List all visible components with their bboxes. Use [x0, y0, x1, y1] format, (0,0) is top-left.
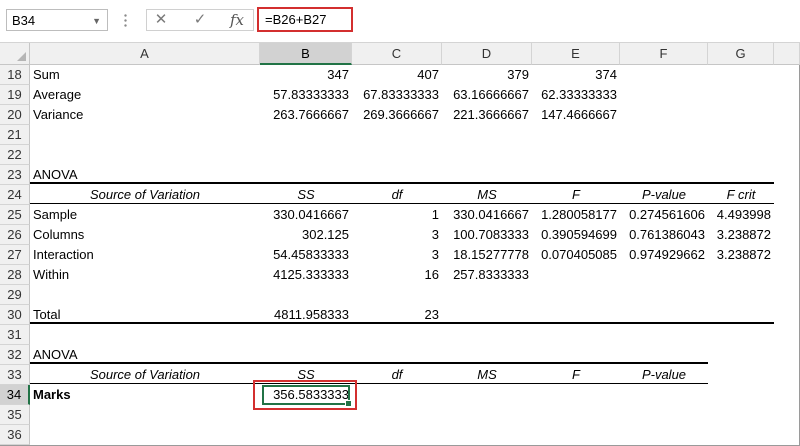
- formula-input[interactable]: =B26+B27: [257, 7, 353, 32]
- cell-b24[interactable]: SS: [260, 185, 352, 205]
- cell-c28[interactable]: 16: [352, 265, 442, 285]
- anova2-header-underline: [30, 383, 708, 384]
- row-header-32[interactable]: 32: [0, 345, 30, 365]
- row-header-34[interactable]: 34: [0, 385, 30, 405]
- row-header-28[interactable]: 28: [0, 265, 30, 285]
- cell-d26[interactable]: 100.7083333: [442, 225, 532, 245]
- cell-e18[interactable]: 374: [532, 65, 620, 85]
- cell-f27[interactable]: 0.974929662: [620, 245, 708, 265]
- cell-c25[interactable]: 1: [352, 205, 442, 225]
- cell-g26[interactable]: 3.238872: [708, 225, 774, 245]
- cell-d27[interactable]: 18.15277778: [442, 245, 532, 265]
- cell-c18[interactable]: 407: [352, 65, 442, 85]
- row-header-20[interactable]: 20: [0, 105, 30, 125]
- cell-c20[interactable]: 269.3666667: [352, 105, 442, 125]
- cell-d19[interactable]: 63.16666667: [442, 85, 532, 105]
- row-header-35[interactable]: 35: [0, 405, 30, 425]
- cell-d25[interactable]: 330.0416667: [442, 205, 532, 225]
- row-header-33[interactable]: 33: [0, 365, 30, 385]
- chevron-down-icon[interactable]: ▼: [92, 10, 101, 32]
- cell-a27[interactable]: Interaction: [30, 245, 260, 265]
- row-header-25[interactable]: 25: [0, 205, 30, 225]
- cell-d18[interactable]: 379: [442, 65, 532, 85]
- formula-bar: B34 ▼ ✕ ✓ fx =B26+B27: [0, 0, 800, 43]
- cell-e26[interactable]: 0.390594699: [532, 225, 620, 245]
- cell-a33[interactable]: Source of Variation: [30, 365, 260, 385]
- cell-g27[interactable]: 3.238872: [708, 245, 774, 265]
- cell-c26[interactable]: 3: [352, 225, 442, 245]
- cell-a26[interactable]: Columns: [30, 225, 260, 245]
- cell-a34[interactable]: Marks: [30, 385, 260, 405]
- anova2-table-top-border: [30, 362, 708, 364]
- highlight-box: [253, 380, 357, 410]
- cell-e19[interactable]: 62.33333333: [532, 85, 620, 105]
- enter-icon[interactable]: ✓: [189, 9, 211, 31]
- row-header-21[interactable]: 21: [0, 125, 30, 145]
- anova-table-bottom-border: [30, 322, 774, 324]
- anova-table-top-border: [30, 182, 774, 184]
- column-header-b[interactable]: B: [260, 43, 352, 65]
- cell-f25[interactable]: 0.274561606: [620, 205, 708, 225]
- cell-a18[interactable]: Sum: [30, 65, 260, 85]
- cell-a20[interactable]: Variance: [30, 105, 260, 125]
- row-header-31[interactable]: 31: [0, 325, 30, 345]
- cell-c33[interactable]: df: [352, 365, 442, 385]
- cell-c19[interactable]: 67.83333333: [352, 85, 442, 105]
- cell-f24[interactable]: P-value: [620, 185, 708, 205]
- row-header-24[interactable]: 24: [0, 185, 30, 205]
- cell-e33[interactable]: F: [532, 365, 620, 385]
- cell-e24[interactable]: F: [532, 185, 620, 205]
- cell-b25[interactable]: 330.0416667: [260, 205, 352, 225]
- cell-e20[interactable]: 147.4666667: [532, 105, 620, 125]
- cell-b28[interactable]: 4125.333333: [260, 265, 352, 285]
- anova-header-underline: [30, 203, 774, 204]
- cell-f26[interactable]: 0.761386043: [620, 225, 708, 245]
- column-header-f[interactable]: F: [620, 43, 708, 65]
- cell-b27[interactable]: 54.45833333: [260, 245, 352, 265]
- row-header-29[interactable]: 29: [0, 285, 30, 305]
- column-header-d[interactable]: D: [442, 43, 532, 65]
- row-header-26[interactable]: 26: [0, 225, 30, 245]
- cell-g25[interactable]: 4.493998: [708, 205, 774, 225]
- drag-handle-icon[interactable]: [124, 13, 127, 27]
- cell-d28[interactable]: 257.8333333: [442, 265, 532, 285]
- cell-c24[interactable]: df: [352, 185, 442, 205]
- cell-b19[interactable]: 57.83333333: [260, 85, 352, 105]
- cancel-icon[interactable]: ✕: [150, 9, 172, 31]
- row-header-30[interactable]: 30: [0, 305, 30, 325]
- cell-d20[interactable]: 221.3666667: [442, 105, 532, 125]
- cell-a25[interactable]: Sample: [30, 205, 260, 225]
- row-header-22[interactable]: 22: [0, 145, 30, 165]
- column-header-e[interactable]: E: [532, 43, 620, 65]
- cell-b18[interactable]: 347: [260, 65, 352, 85]
- name-box-value: B34: [12, 13, 36, 28]
- cell-a19[interactable]: Average: [30, 85, 260, 105]
- row-header-23[interactable]: 23: [0, 165, 30, 185]
- cell-c27[interactable]: 3: [352, 245, 442, 265]
- row-header-18[interactable]: 18: [0, 65, 30, 85]
- cell-b26[interactable]: 302.125: [260, 225, 352, 245]
- cell-e25[interactable]: 1.280058177: [532, 205, 620, 225]
- column-header-g[interactable]: G: [708, 43, 774, 65]
- cell-g24[interactable]: F crit: [708, 185, 774, 205]
- row-header-19[interactable]: 19: [0, 85, 30, 105]
- column-header-c[interactable]: C: [352, 43, 442, 65]
- select-all-button[interactable]: [0, 43, 30, 65]
- column-header-filler: [774, 43, 800, 65]
- cell-d24[interactable]: MS: [442, 185, 532, 205]
- name-box[interactable]: B34 ▼: [6, 9, 108, 31]
- cell-d33[interactable]: MS: [442, 365, 532, 385]
- cell-e27[interactable]: 0.070405085: [532, 245, 620, 265]
- cell-a24[interactable]: Source of Variation: [30, 185, 260, 205]
- cell-b20[interactable]: 263.7666667: [260, 105, 352, 125]
- row-header-27[interactable]: 27: [0, 245, 30, 265]
- cell-a28[interactable]: Within: [30, 265, 260, 285]
- insert-function-button[interactable]: fx: [226, 9, 248, 31]
- select-all-triangle-icon: [17, 52, 26, 61]
- row-header-36[interactable]: 36: [0, 425, 30, 445]
- column-header-a[interactable]: A: [30, 43, 260, 65]
- cell-f33[interactable]: P-value: [620, 365, 708, 385]
